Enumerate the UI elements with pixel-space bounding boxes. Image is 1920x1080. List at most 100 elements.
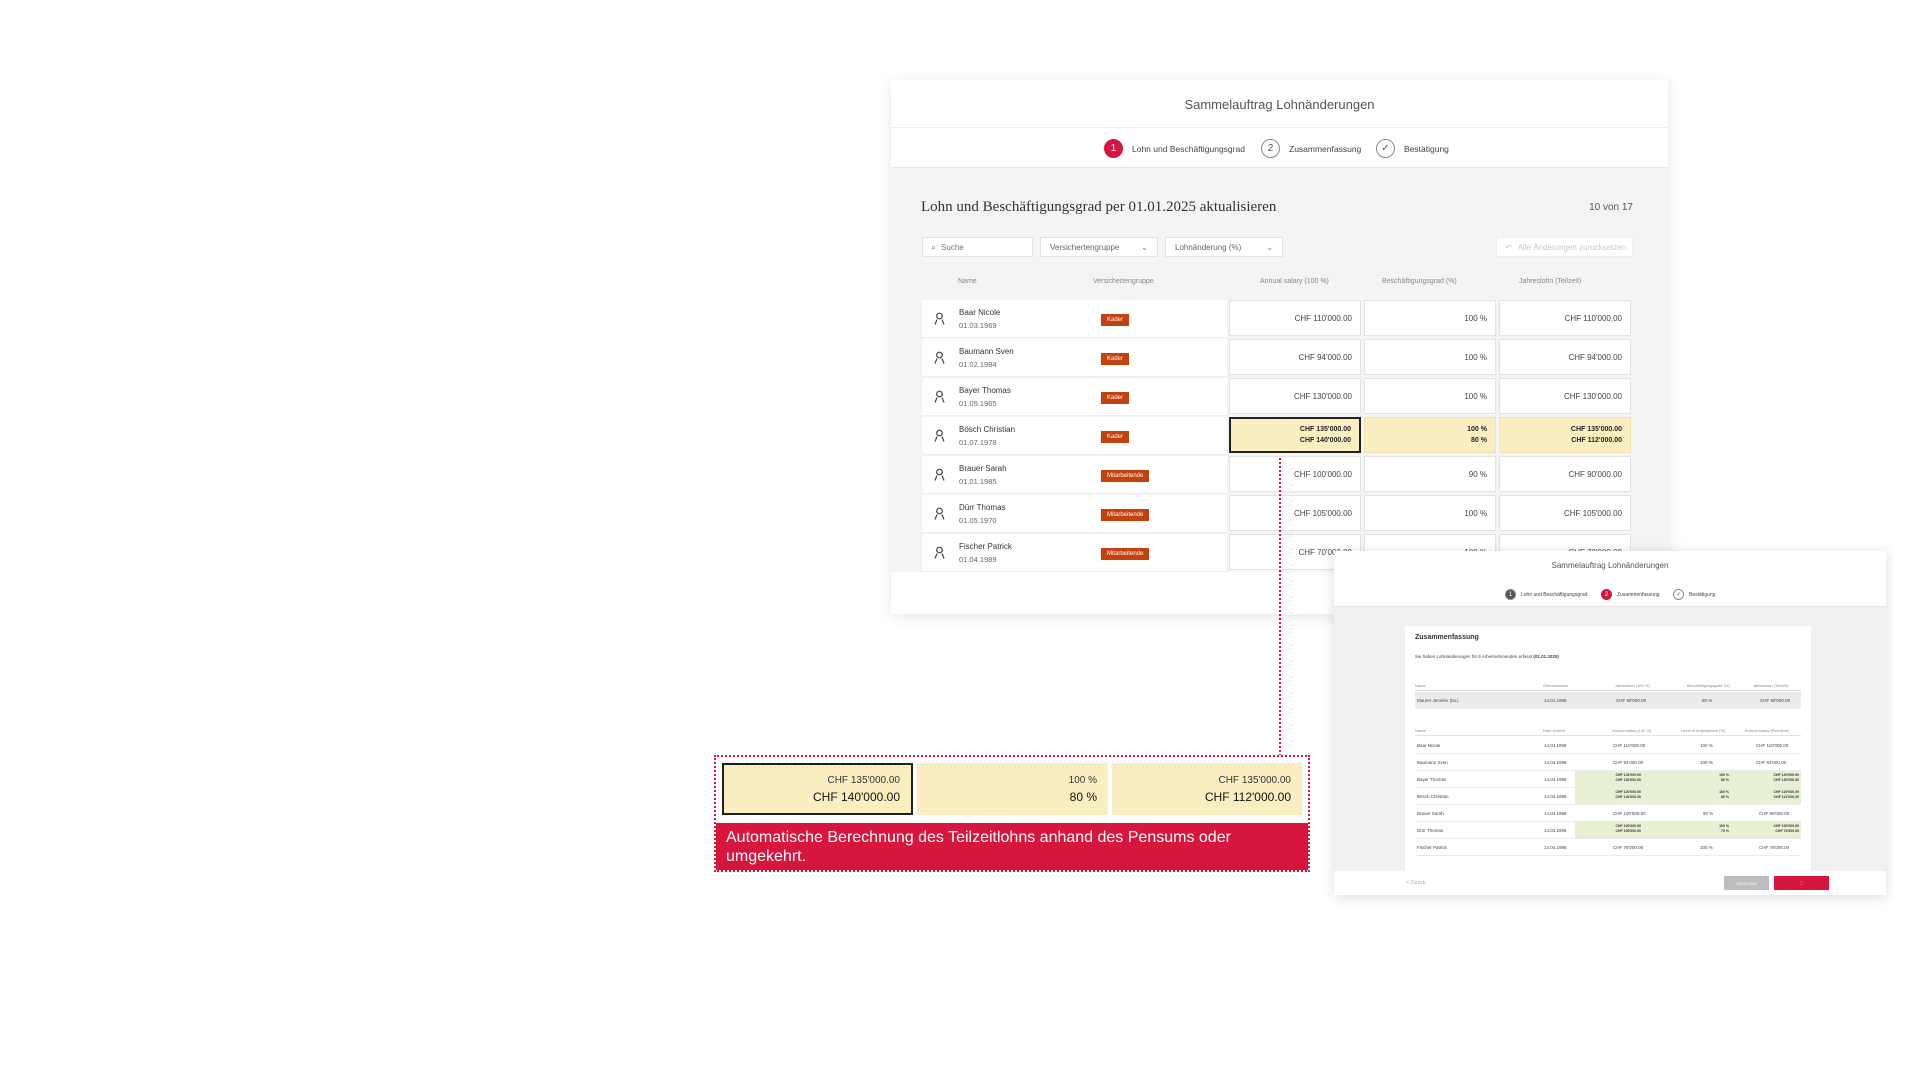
t2-degree: 100 %	[1700, 743, 1713, 748]
t2-yearly: CHF 78'000.00	[1759, 845, 1790, 850]
salary-input[interactable]: CHF 100'000.00	[1229, 456, 1361, 492]
t1-head-date: Geburtsdatum	[1543, 683, 1569, 688]
degree-value: 100 %	[1464, 508, 1487, 518]
summary-row-changed: Bayer Thomas 14.04.1998 CHF 120'000.00 C…	[1415, 771, 1801, 788]
check-icon: ✓	[1376, 139, 1395, 158]
t2-head-salary: Annual salary (100 %)	[1612, 728, 1652, 733]
row-info	[922, 456, 1227, 494]
reset-all-button[interactable]: ↶ Alle Änderungen zurücksetzen	[1496, 237, 1633, 257]
employee-name: Bayer Thomas	[959, 386, 1011, 395]
t2-date: 14.04.1998	[1544, 743, 1567, 748]
filter-lohnaenderung[interactable]: Lohnänderung (%) ⌄	[1165, 237, 1283, 257]
search-input[interactable]: ⌕ Suche	[922, 237, 1033, 257]
window-title: Sammelauftrag Lohnänderungen	[1184, 97, 1375, 112]
yearly-input[interactable]: CHF 94'000.00	[1499, 339, 1631, 375]
summary-stepper: 1 Lohn und Beschäftigungsgrad 2 Zusammen…	[1334, 583, 1886, 607]
back-link[interactable]: < Zurück	[1406, 880, 1426, 886]
summary-table2-header: Name Date of birth Annual salary (100 %)…	[1415, 726, 1801, 736]
degree-value: 100 %	[1464, 313, 1487, 323]
t1-head-name: Name	[1415, 683, 1426, 688]
yearly-value: CHF 94'000.00	[1568, 352, 1622, 362]
degree-input-changed[interactable]: 100 % 80 %	[1364, 417, 1496, 453]
spinner-icon: ◌	[1799, 879, 1804, 887]
yearly-input[interactable]: CHF 90'000.00	[1499, 456, 1631, 492]
submit-button[interactable]: ◌	[1774, 876, 1829, 890]
salary-input[interactable]: CHF 94'000.00	[1229, 339, 1361, 375]
summary-footer: < Zurück Abbrechen ◌	[1334, 871, 1886, 895]
table-row: Baumann Sven 01.02.1984 Kader CHF 94'000…	[922, 339, 1634, 378]
summary-row-highlight: CHF 100'000.00 CHF 105'000.00 100 % 70 %…	[1575, 822, 1801, 838]
reset-label: Alle Änderungen zurücksetzen	[1517, 242, 1627, 252]
degree-input[interactable]: 100 %	[1364, 378, 1496, 414]
degree-input[interactable]: 90 %	[1364, 456, 1496, 492]
yearly-value: CHF 130'000.00	[1563, 391, 1622, 401]
step-1-number: 1	[1104, 139, 1123, 158]
result-count: 10 von 17	[1589, 202, 1633, 213]
salary-old-value: CHF 135'000.00	[1299, 426, 1351, 433]
column-header-name: Name	[958, 278, 977, 285]
yearly-value: CHF 105'000.00	[1563, 508, 1622, 518]
degree-input[interactable]: 100 %	[1364, 495, 1496, 531]
step-2[interactable]: 2 Zusammenfassung	[1261, 139, 1361, 158]
summary-row: Baumann Sven 14.04.1998 CHF 94'000.00 10…	[1415, 754, 1801, 771]
callout-degree-cell: 100 % 80 %	[917, 763, 1108, 815]
summary-step-2[interactable]: 2 Zusammenfassung	[1601, 589, 1660, 600]
yearly-input[interactable]: CHF 110'000.00	[1499, 300, 1631, 336]
salary-input[interactable]: CHF 105'000.00	[1229, 495, 1361, 531]
employee-dob: 01.01.1985	[959, 477, 997, 486]
salary-new-value: CHF 140'000.00	[1299, 437, 1351, 444]
t2-degree-change: 100 % 80 %	[1719, 773, 1729, 782]
summary-row-highlight: CHF 120'000.00 CHF 140'000.00 100 % 80 %…	[1575, 788, 1801, 804]
employee-dob: 01.09.1965	[959, 399, 997, 408]
yearly-input[interactable]: CHF 130'000.00	[1499, 378, 1631, 414]
summary-step-1[interactable]: 1 Lohn und Beschäftigungsgrad	[1505, 589, 1587, 600]
column-header-yearly: Jahreslohn (Teilzeit)	[1519, 278, 1582, 285]
filter-change-label: Lohnänderung (%)	[1175, 242, 1242, 252]
summary-subtitle-date: (01.01.2025)	[1533, 654, 1559, 659]
callout-box: CHF 135'000.00 CHF 140'000.00 100 % 80 %…	[714, 755, 1310, 872]
t2-name: Baumann Sven	[1417, 760, 1448, 765]
degree-input[interactable]: 100 %	[1364, 339, 1496, 375]
summary-table1-header: Name Geburtsdatum Jahreslohn (100 %) Bes…	[1415, 681, 1801, 691]
salary-input[interactable]: CHF 130'000.00	[1229, 378, 1361, 414]
step-1[interactable]: 1 Lohn und Beschäftigungsgrad	[1104, 139, 1245, 158]
yearly-input-changed[interactable]: CHF 135'000.00 CHF 112'000.00	[1499, 417, 1631, 453]
summary-header: Sammelauftrag Lohnänderungen	[1334, 551, 1886, 583]
salary-input-changed[interactable]: CHF 135'000.00 CHF 140'000.00	[1229, 417, 1361, 453]
yearly-new-value: CHF 112'000.00	[1571, 437, 1622, 444]
t2-degree: 100 %	[1700, 760, 1713, 765]
degree-new-value: 80 %	[1471, 437, 1487, 444]
chevron-down-icon: ⌄	[1141, 242, 1148, 252]
degree-value: 100 %	[1464, 352, 1487, 362]
yearly-old-value: CHF 135'000.00	[1570, 426, 1622, 433]
summary-step-3[interactable]: ✓ Bestätigung	[1673, 589, 1715, 600]
callout-salary-new: CHF 140'000.00	[812, 789, 900, 804]
t2-date: 14.04.1998	[1544, 777, 1567, 782]
degree-value: 100 %	[1464, 391, 1487, 401]
degree-input[interactable]: 100 %	[1364, 300, 1496, 336]
person-icon	[934, 312, 945, 325]
yearly-input[interactable]: CHF 105'000.00	[1499, 495, 1631, 531]
t2-head-date: Date of birth	[1543, 728, 1565, 733]
step-3[interactable]: ✓ Bestätigung	[1376, 139, 1449, 158]
t1-head-salary: Jahreslohn (100 %)	[1615, 683, 1650, 688]
group-badge: Mitarbeitende	[1101, 509, 1150, 521]
chevron-down-icon: ⌄	[1266, 242, 1273, 252]
person-icon	[934, 429, 945, 442]
cancel-button[interactable]: Abbrechen	[1724, 876, 1769, 890]
yearly-value: CHF 110'000.00	[1564, 313, 1622, 323]
check-icon: ✓	[1673, 589, 1684, 600]
filter-versichertengruppe[interactable]: Versichertengruppe ⌄	[1040, 237, 1158, 257]
group-badge: Kader	[1101, 392, 1130, 404]
person-icon	[934, 468, 945, 481]
t2-yearly: CHF 90'000.00	[1759, 811, 1790, 816]
filter-group-label: Versichertengruppe	[1050, 242, 1120, 252]
callout-yearly-new: CHF 112'000.00	[1204, 789, 1291, 804]
degree-old-value: 100 %	[1467, 426, 1487, 433]
t2-name: Brauer Sarah	[1417, 811, 1444, 816]
salary-value: CHF 110'000.00	[1294, 313, 1352, 323]
t1-head-degree: Beschäftigungsgrad (%)	[1687, 683, 1730, 688]
t2-date: 14.04.1998	[1544, 845, 1567, 850]
salary-input[interactable]: CHF 110'000.00	[1229, 300, 1361, 336]
t2-salary-change: CHF 100'000.00 CHF 105'000.00	[1615, 824, 1641, 833]
